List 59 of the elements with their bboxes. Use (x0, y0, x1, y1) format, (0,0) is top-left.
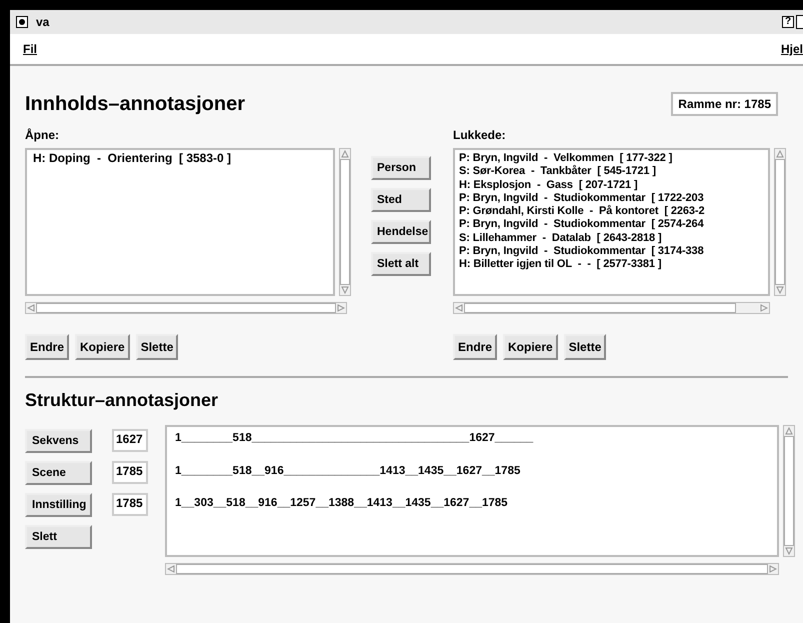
arrow-icon[interactable] (337, 304, 345, 312)
horizontal-scrollbar[interactable] (165, 563, 779, 575)
list-item[interactable]: S: Lillehammer - Datalab [ 2643-2818 ] (459, 232, 764, 246)
list-item[interactable]: P: Grøndahl, Kirsti Kolle - På kontoret [ 2263-2 (459, 205, 764, 218)
horizontal-scrollbar[interactable] (25, 302, 347, 314)
arrow-icon[interactable] (785, 427, 793, 435)
delete-button[interactable]: Slett (25, 525, 92, 549)
list-item[interactable]: P: Bryn, Ingvild - Studiokommentar [ 2574-264 (459, 218, 764, 232)
arrow-icon[interactable] (760, 304, 768, 312)
window-title: va (36, 15, 50, 29)
list-item[interactable]: H: Doping - Orientering [ 3583-0 ] (33, 152, 327, 166)
list-label: Lukkede: (453, 128, 507, 144)
arrow-icon[interactable] (776, 150, 784, 158)
category-button[interactable]: Hendelse (371, 220, 431, 244)
list-item[interactable]: H: Eksplosjon - Gass [ 207-1721 ] (459, 178, 764, 192)
arrow-icon[interactable] (769, 565, 777, 573)
window-menu-icon[interactable] (16, 16, 28, 28)
action-button[interactable]: Kopiere (75, 334, 130, 360)
structure-button[interactable]: Sekvens (25, 429, 92, 453)
structure-line: 1________518__________________________________1627______ (175, 432, 534, 446)
list-item[interactable]: H: Billetter igjen til OL - - [ 2577-3381 ] (459, 258, 764, 272)
menu-item[interactable]: Fil (23, 42, 37, 56)
list-item[interactable]: P: Bryn, Ingvild - Studiokommentar [ 1722-203 (459, 192, 764, 206)
arrow-icon[interactable] (167, 565, 175, 573)
action-button[interactable]: Kopiere (503, 334, 558, 360)
action-button[interactable]: Slette (136, 334, 178, 360)
vertical-scrollbar[interactable] (774, 148, 786, 296)
action-button[interactable]: Slette (564, 334, 606, 360)
maximize-icon[interactable] (796, 15, 803, 29)
help-button[interactable]: ? (782, 16, 794, 28)
category-button[interactable]: Slett alt (371, 252, 431, 276)
vertical-scrollbar[interactable] (783, 425, 795, 557)
value-field[interactable]: 1627 (112, 429, 148, 452)
vertical-scrollbar[interactable] (339, 148, 351, 296)
menu-item[interactable]: Hjel (780, 42, 803, 56)
horizontal-scrollbar[interactable] (453, 302, 770, 314)
action-button[interactable]: Endre (25, 334, 70, 360)
value-field[interactable]: 1785 (112, 461, 148, 484)
structure-button[interactable]: Scene (25, 461, 92, 485)
structure-button[interactable]: Innstilling (25, 493, 92, 517)
arrow-icon[interactable] (341, 286, 349, 294)
section-heading: Innholds–annotasjoner (25, 92, 246, 116)
arrow-icon[interactable] (27, 304, 35, 312)
structure-line: 1________518__916_______________1413__1435__1627__1785 (175, 464, 522, 478)
arrow-icon[interactable] (341, 150, 349, 158)
list-label: Åpne: (25, 128, 60, 144)
frame-number-field: Ramme nr: 1785 (671, 92, 778, 116)
structure-line: 1__303__518__916__1257__1388__1413__1435__1627__1785 (175, 497, 509, 511)
arrow-icon[interactable] (455, 304, 463, 312)
section-heading: Struktur–annotasjoner (25, 390, 220, 411)
list-item[interactable]: P: Bryn, Ingvild - Velkommen [ 177-322 ] (459, 152, 764, 166)
arrow-icon[interactable] (776, 286, 784, 294)
arrow-icon[interactable] (785, 547, 793, 555)
category-button[interactable]: Sted (371, 188, 431, 212)
action-button[interactable]: Endre (453, 334, 498, 360)
value-field[interactable]: 1785 (112, 493, 148, 516)
list-item[interactable]: S: Sør-Korea - Tankbåter [ 545-1721 ] (459, 165, 764, 179)
list-item[interactable]: P: Bryn, Ingvild - Studiokommentar [ 3174-338 (459, 245, 764, 258)
category-button[interactable]: Person (371, 156, 431, 180)
